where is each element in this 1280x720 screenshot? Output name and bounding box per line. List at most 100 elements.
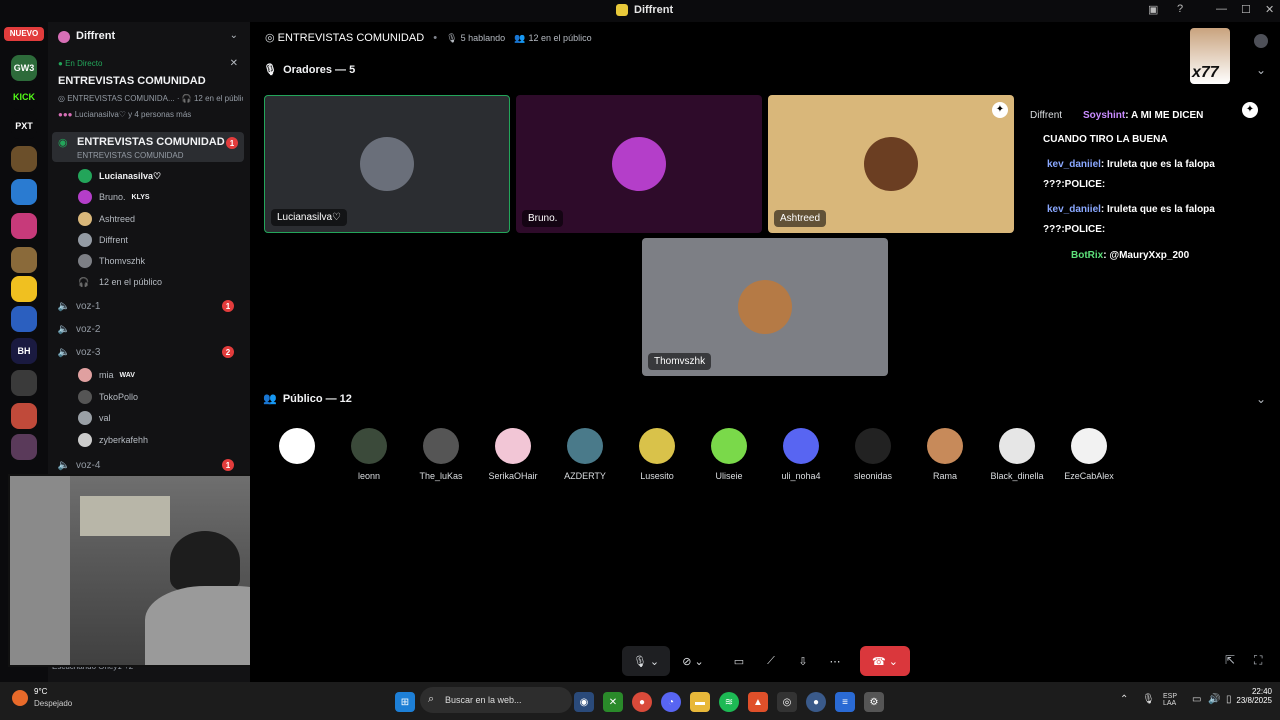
windows-start-icon[interactable]: ⊞ — [395, 692, 415, 712]
mic-icon: 🎙 — [263, 64, 277, 76]
steam-icon[interactable]: ◉ — [574, 692, 594, 712]
popout-icon[interactable]: ⇱ — [1225, 653, 1235, 667]
mute-stage-button[interactable]: ⟋ — [756, 646, 786, 676]
screen-share-button[interactable]: ▭ — [724, 646, 754, 676]
audience-name: uli_noha4 — [781, 471, 821, 481]
folder-icon[interactable]: ▬ — [690, 692, 710, 712]
lang-indicator[interactable]: ESP LAA — [1163, 693, 1177, 707]
camera-toggle-button[interactable]: ⊘ ⌄ — [670, 646, 716, 676]
audience-member[interactable]: AZDERTY — [553, 428, 617, 481]
search-box[interactable]: ⌕ Buscar en la web... — [420, 687, 572, 713]
audience-member[interactable]: SerikaOHair — [481, 428, 545, 481]
close-icon[interactable]: ✕ — [230, 58, 238, 69]
voice-user[interactable]: val — [78, 409, 111, 427]
guild-name[interactable]: Diffrent — [76, 30, 115, 42]
speaker-tile[interactable]: Thomvszhk — [642, 238, 888, 376]
live-title[interactable]: ENTREVISTAS COMUNIDAD — [58, 75, 206, 87]
server-icon[interactable] — [11, 247, 37, 273]
voice-user[interactable]: zyberkafehh — [78, 431, 148, 449]
mic-tray-icon[interactable]: 🎙 — [1142, 694, 1155, 705]
settings-icon[interactable]: ⚙ — [864, 692, 884, 712]
collapse-speakers-icon[interactable]: ⌄ — [1256, 63, 1266, 77]
server-icon[interactable] — [11, 146, 37, 172]
server-icon[interactable] — [11, 403, 37, 429]
audience-name: The_luKas — [419, 471, 463, 481]
server-icon[interactable] — [11, 276, 37, 302]
audience-member[interactable]: Black_dinella — [985, 428, 1049, 481]
fullscreen-icon[interactable]: ⛶ — [1254, 653, 1262, 668]
server-icon[interactable] — [11, 213, 37, 239]
voice-channel-name: voz-1 — [76, 300, 101, 312]
voice-channel-voz-3[interactable]: 🔈 voz-3 2 — [56, 342, 244, 362]
battery-icon[interactable]: ▯ — [1226, 694, 1232, 705]
live-users: ●●● Lucianasilva♡ y 4 personas más — [58, 110, 192, 119]
audience-name: leonn — [357, 471, 381, 481]
app-icon[interactable]: ● — [806, 692, 826, 712]
audience-member[interactable]: leonn — [337, 428, 401, 481]
audience-member[interactable]: Lusesito — [625, 428, 689, 481]
chat-username: kev_daniiel — [1047, 159, 1101, 170]
xbox-icon[interactable]: ✕ — [603, 692, 623, 712]
chrome-icon[interactable]: ● — [632, 692, 652, 712]
voice-user[interactable]: TokoPollo — [78, 388, 138, 406]
move-to-audience-button[interactable]: ⇩ — [788, 646, 818, 676]
stage-channel-active[interactable]: ◉ ENTREVISTAS COMUNIDAD K... ENTREVISTAS… — [52, 132, 244, 162]
discord-icon[interactable]: ◔ — [661, 692, 681, 712]
inbox-icon[interactable]: ▣ — [1148, 3, 1158, 16]
audience-member[interactable]: EzeCabAlex — [1057, 428, 1121, 481]
new-badge: NUEVO — [4, 27, 44, 41]
clock[interactable]: 22:40 23/8/2025 — [1232, 687, 1272, 705]
live-listeners: 12 en el público — [193, 94, 243, 103]
server-icon[interactable] — [11, 306, 37, 332]
spotify-icon[interactable]: ≋ — [719, 692, 739, 712]
stage-user-name: Bruno. — [99, 192, 126, 203]
obs-icon[interactable]: ◎ — [777, 692, 797, 712]
server-icon[interactable]: PXT — [11, 113, 37, 139]
audience-row[interactable]: 🎧 12 en el público — [78, 273, 162, 291]
server-icon[interactable] — [11, 434, 37, 460]
chevron-down-icon[interactable]: ⌄ — [230, 30, 238, 41]
voice-user[interactable]: mia WAV — [78, 366, 135, 384]
tray-chevron-icon[interactable]: ⌃ — [1120, 694, 1128, 705]
network-icon[interactable]: ▭ — [1192, 694, 1201, 705]
server-icon[interactable] — [11, 370, 37, 396]
brave-icon[interactable]: ▲ — [748, 692, 768, 712]
audience-member[interactable]: sleonidas — [841, 428, 905, 481]
speaker-tile[interactable]: Bruno. — [516, 95, 762, 233]
notifications-icon[interactable] — [1254, 34, 1268, 48]
leave-stage-button[interactable]: ☎ ⌄ — [860, 646, 910, 676]
close-button[interactable]: ✕ — [1265, 3, 1274, 16]
mic-toggle-button[interactable]: 🎙 ⌄ — [622, 646, 670, 676]
audience-member[interactable]: The_luKas — [409, 428, 473, 481]
volume-icon[interactable]: 🔊 — [1208, 694, 1220, 705]
speaker-tile[interactable]: Lucianasilva♡ — [264, 95, 510, 233]
stage-user[interactable]: Lucianasilva♡ — [78, 167, 161, 185]
audience-member[interactable]: Rama — [913, 428, 977, 481]
audience-member[interactable] — [265, 428, 329, 471]
server-icon[interactable]: GW3 — [11, 55, 37, 81]
stage-user[interactable]: Ashtreed — [78, 210, 135, 228]
weather-temp[interactable]: 9°C — [34, 687, 47, 696]
stage-badge: 1 — [226, 137, 238, 149]
audience-member[interactable]: uli_noha4 — [769, 428, 833, 481]
voice-channel-voz-1[interactable]: 🔈 voz-1 1 — [56, 296, 244, 316]
server-icon[interactable]: KICK — [11, 84, 37, 110]
collapse-public-icon[interactable]: ⌄ — [1256, 392, 1266, 406]
stage-user[interactable]: Diffrent — [78, 231, 128, 249]
stage-user[interactable]: Thomvszhk — [78, 252, 145, 270]
voice-channel-voz-2[interactable]: 🔈 voz-2 — [56, 319, 244, 339]
stage-user[interactable]: Bruno. KLYS — [78, 188, 150, 206]
voice-user-name: TokoPollo — [99, 391, 139, 402]
maximize-button[interactable]: ☐ — [1241, 3, 1251, 16]
notepad-icon[interactable]: ≡ — [835, 692, 855, 712]
audience-count: 12 en el público — [528, 33, 592, 43]
minimize-button[interactable]: — — [1216, 3, 1227, 15]
server-icon[interactable] — [11, 179, 37, 205]
audience-row-text: 12 en el público — [99, 277, 163, 287]
more-options-button[interactable]: ⋯ — [820, 646, 850, 676]
audience-member[interactable]: Uliseie — [697, 428, 761, 481]
help-icon[interactable]: ? — [1177, 3, 1183, 15]
speaker-tile[interactable]: Ashtreed — [768, 95, 1014, 233]
server-icon[interactable]: BH — [11, 338, 37, 364]
voice-channel-voz-4[interactable]: 🔈 voz-4 1 — [56, 455, 244, 475]
